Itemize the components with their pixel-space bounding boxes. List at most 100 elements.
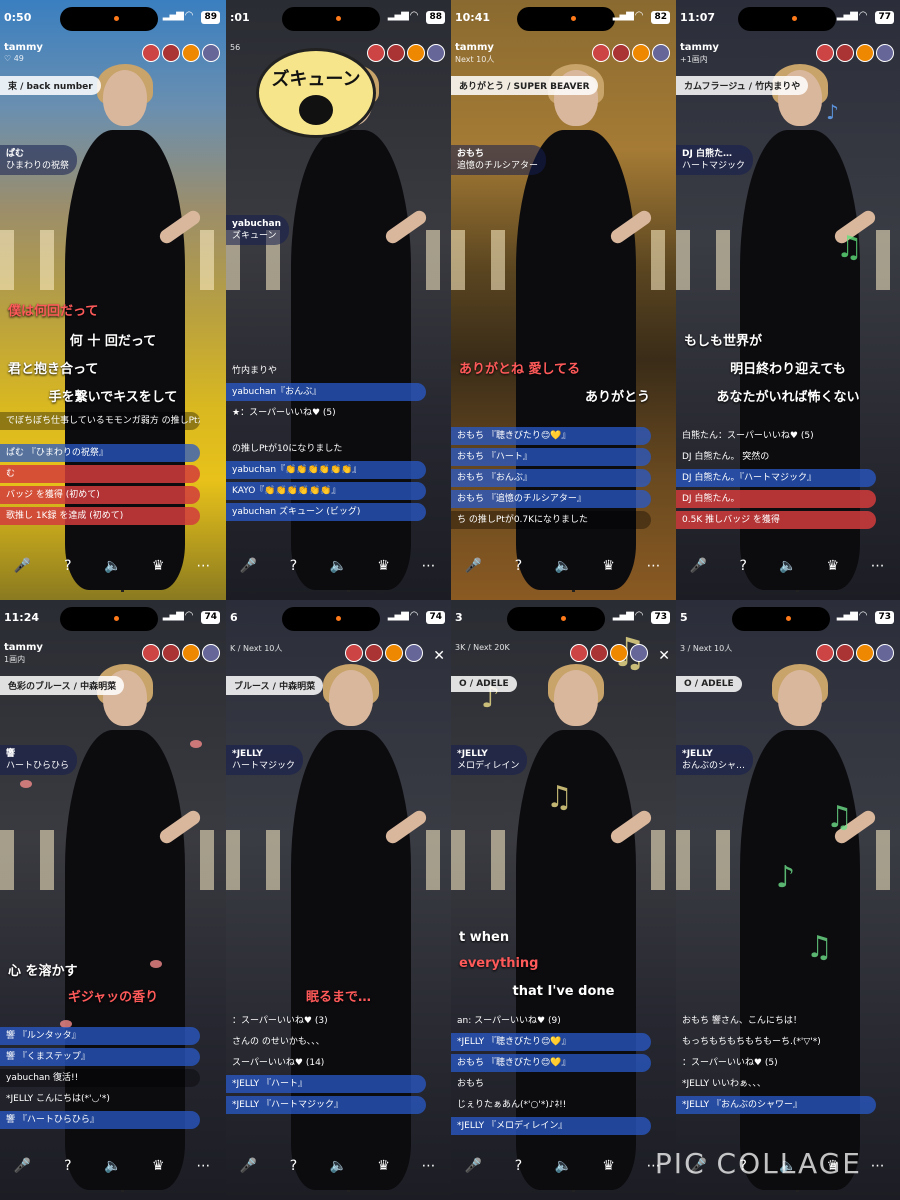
viewer-avatars[interactable] bbox=[816, 44, 894, 62]
lyric-line: ありがとう bbox=[584, 390, 650, 405]
comment-row: おもち 響さん、こんにちは！ bbox=[682, 1016, 802, 1026]
status-bar: 5 ▂▄▆ ◠ 73 bbox=[676, 600, 900, 634]
host-name[interactable]: K / Next 10人 bbox=[230, 642, 282, 654]
lyric-line: 心 を溶かす bbox=[8, 964, 78, 979]
crown-icon[interactable]: ♛ bbox=[822, 558, 844, 574]
question-icon[interactable]: ? bbox=[732, 558, 754, 574]
viewer-avatars[interactable] bbox=[142, 644, 220, 662]
mic-icon[interactable]: 🎤 bbox=[463, 558, 485, 574]
more-icon[interactable]: ⋯ bbox=[867, 1158, 889, 1174]
screenshot-panel: 10:41 ▂▄▆ ◠ 82 tammy Next 10人 ありがとう / SUP… bbox=[451, 0, 676, 600]
host-stats: ♡ 49 bbox=[4, 54, 24, 63]
bottom-toolbar: 🎤 ? 🔈 ♛ ⋯ bbox=[0, 1158, 226, 1174]
signal-icon: ▂▄▆ ◠ bbox=[387, 610, 418, 621]
volume-icon[interactable]: 🔈 bbox=[328, 558, 350, 574]
singer-tag[interactable]: *JELLY メロディレイン bbox=[451, 745, 528, 775]
status-time: 10:41 bbox=[455, 11, 491, 24]
more-icon[interactable]: ⋯ bbox=[192, 1158, 214, 1174]
lyric-line: 何 十 回だって bbox=[69, 334, 157, 349]
comment-row: *JELLY 『ハートマジック』 bbox=[226, 1096, 426, 1114]
mic-icon[interactable]: 🎤 bbox=[12, 558, 34, 574]
dynamic-island bbox=[60, 7, 158, 31]
volume-icon[interactable]: 🔈 bbox=[102, 1158, 124, 1174]
singer-tag[interactable]: *JELLY ハートマジック bbox=[226, 745, 304, 775]
question-icon[interactable]: ? bbox=[283, 558, 305, 574]
more-icon[interactable]: ⋯ bbox=[867, 558, 889, 574]
singer-tag[interactable]: DJ 白熊た… ハートマジック bbox=[676, 145, 754, 175]
viewer-avatars[interactable] bbox=[570, 644, 648, 662]
mic-icon[interactable]: 🎤 bbox=[12, 1158, 34, 1174]
close-icon[interactable]: ✕ bbox=[658, 648, 670, 664]
lyric-line: あなたがいれば怖くない bbox=[716, 390, 860, 405]
crown-icon[interactable]: ♛ bbox=[598, 1158, 620, 1174]
question-icon[interactable]: ? bbox=[508, 1158, 530, 1174]
mic-icon[interactable]: 🎤 bbox=[687, 558, 709, 574]
comment-row: おもち 『聴きびたり😊💛』 bbox=[451, 1054, 651, 1072]
current-song[interactable]: ありがとう / SUPER BEAVER bbox=[451, 76, 598, 95]
comment-row: DJ 白熊たん。 bbox=[676, 490, 876, 508]
host-name[interactable]: tammy 1画内 bbox=[4, 642, 43, 665]
more-icon[interactable]: ⋯ bbox=[418, 1158, 440, 1174]
current-song[interactable]: O / ADELE bbox=[676, 676, 742, 692]
singer-tag[interactable]: おもち 追憶のチルシアター bbox=[451, 145, 547, 175]
dynamic-island bbox=[507, 607, 605, 631]
volume-icon[interactable]: 🔈 bbox=[328, 1158, 350, 1174]
close-icon[interactable]: ✕ bbox=[433, 648, 445, 664]
music-note-effect: ♪ bbox=[776, 860, 796, 895]
viewer-avatars[interactable] bbox=[367, 44, 445, 62]
battery-level: 82 bbox=[651, 11, 670, 24]
current-song[interactable]: カムフラージュ / 竹内まりや bbox=[676, 76, 809, 95]
viewer-avatars[interactable] bbox=[592, 44, 670, 62]
current-song[interactable]: ブルース / 中森明菜 bbox=[226, 676, 324, 695]
host-name[interactable]: 3 / Next 10人 bbox=[680, 642, 732, 654]
volume-icon[interactable]: 🔈 bbox=[553, 1158, 575, 1174]
music-note-effect: ♫ bbox=[546, 780, 573, 815]
sticker-text: ズキューン bbox=[271, 69, 361, 90]
status-bar: 10:41 ▂▄▆ ◠ 82 bbox=[451, 0, 676, 34]
singer-tag[interactable]: ぱむ ひまわりの祝祭 bbox=[0, 145, 78, 175]
music-note-effect: ♫ bbox=[826, 800, 853, 835]
more-icon[interactable]: ⋯ bbox=[643, 558, 665, 574]
question-icon[interactable]: ? bbox=[57, 558, 79, 574]
comment-row: おもち 『ハート』 bbox=[451, 448, 651, 466]
volume-icon[interactable]: 🔈 bbox=[102, 558, 124, 574]
volume-icon[interactable]: 🔈 bbox=[777, 558, 799, 574]
viewer-avatars[interactable] bbox=[345, 644, 423, 662]
screenshot-panel: 0:50 ▂▄▆ ◠ 89 tammy ♡ 49 束 / back number … bbox=[0, 0, 226, 600]
current-song[interactable]: 束 / back number bbox=[0, 76, 101, 95]
crown-icon[interactable]: ♛ bbox=[373, 558, 395, 574]
host-name[interactable]: tammy +1画内 bbox=[680, 42, 719, 65]
comment-feed: ：スーパーいいね♥ (3) さんの のせいかも、、、 スーパーいいね♥ (14)… bbox=[226, 1012, 451, 1117]
signal-icon: ▂▄▆ ◠ bbox=[162, 10, 193, 21]
more-icon[interactable]: ⋯ bbox=[192, 558, 214, 574]
crown-icon[interactable]: ♛ bbox=[598, 558, 620, 574]
viewer-avatars[interactable] bbox=[816, 644, 894, 662]
comment-row: む bbox=[0, 465, 200, 483]
host-name[interactable]: 56 bbox=[230, 42, 240, 52]
status-time: :01 bbox=[230, 11, 250, 24]
current-song[interactable]: O / ADELE bbox=[451, 676, 517, 692]
question-icon[interactable]: ? bbox=[57, 1158, 79, 1174]
host-name[interactable]: 3K / Next 20K bbox=[455, 642, 510, 652]
comment-row: 響 『ルンタッタ』 bbox=[0, 1027, 200, 1045]
status-time: 3 bbox=[455, 611, 463, 624]
crown-icon[interactable]: ♛ bbox=[147, 1158, 169, 1174]
host-stats: Next 10人 bbox=[455, 55, 495, 64]
singer-tag[interactable]: 響ハートひらひら bbox=[0, 745, 78, 775]
question-icon[interactable]: ? bbox=[508, 558, 530, 574]
viewer-avatars[interactable] bbox=[142, 44, 220, 62]
volume-icon[interactable]: 🔈 bbox=[553, 558, 575, 574]
mic-icon[interactable]: 🎤 bbox=[238, 558, 260, 574]
crown-icon[interactable]: ♛ bbox=[147, 558, 169, 574]
crown-icon[interactable]: ♛ bbox=[373, 1158, 395, 1174]
singer-tag[interactable]: *JELLY おんぶのシャ… bbox=[676, 745, 754, 775]
mic-icon[interactable]: 🎤 bbox=[238, 1158, 260, 1174]
current-song[interactable]: 色彩のブルース / 中森明菜 bbox=[0, 676, 125, 695]
screenshot-panel: :01 ▂▄▆ ◠ 88 56 ズキューン yabuchan ズキューン 竹内まり… bbox=[226, 0, 451, 600]
mic-icon[interactable]: 🎤 bbox=[463, 1158, 485, 1174]
question-icon[interactable]: ? bbox=[283, 1158, 305, 1174]
more-icon[interactable]: ⋯ bbox=[418, 558, 440, 574]
singer-tag[interactable]: yabuchan ズキューン bbox=[226, 215, 290, 245]
host-name[interactable]: tammy Next 10人 bbox=[455, 42, 494, 65]
host-name[interactable]: tammy ♡ 49 bbox=[4, 42, 43, 63]
